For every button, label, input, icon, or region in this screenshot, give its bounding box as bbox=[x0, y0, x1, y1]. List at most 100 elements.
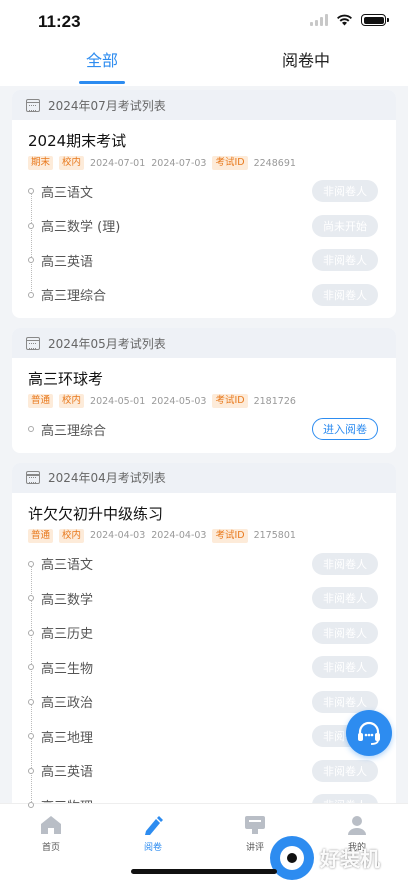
subject-name: 高三数学 bbox=[41, 592, 94, 608]
home-indicator bbox=[131, 869, 277, 874]
watermark-text: 好装机 bbox=[320, 847, 380, 871]
timeline-dot bbox=[28, 767, 34, 774]
subject-name: 高三数学 (理) bbox=[41, 220, 121, 236]
subject-list: 高三理综合 进入阅卷 bbox=[28, 412, 378, 447]
tabbar-home[interactable]: 首页 bbox=[0, 804, 102, 883]
status-pill: 非阅卷人 bbox=[312, 249, 378, 272]
watermark: 好装机 bbox=[270, 832, 408, 883]
timeline-dot bbox=[28, 595, 34, 602]
exam-card: 2024期末考试 期末 校内 2024-07-01 2024-07-03 考试I… bbox=[12, 120, 396, 318]
top-tabs: 全部 阅卷中 bbox=[0, 44, 408, 86]
exam-id-tag: 考试ID bbox=[212, 528, 248, 543]
subject-row: 高三生物 非阅卷人 bbox=[28, 650, 378, 685]
subject-row: 高三地理 非阅卷人 bbox=[28, 719, 378, 754]
timeline-dot bbox=[28, 188, 34, 195]
exam-scope-tag: 校内 bbox=[59, 394, 85, 408]
status-pill: 非阅卷人 bbox=[312, 621, 378, 644]
exam-type-tag: 期末 bbox=[28, 156, 54, 170]
subject-row: 高三历史 非阅卷人 bbox=[28, 616, 378, 651]
exam-type-tag: 普通 bbox=[28, 528, 54, 543]
timeline-dot bbox=[28, 664, 34, 671]
exam-section: 2024年05月考试列表 高三环球考 普通 校内 2024-05-01 2024… bbox=[12, 328, 396, 453]
section-title: 2024年04月考试列表 bbox=[48, 471, 166, 485]
exam-title: 高三环球考 bbox=[28, 370, 104, 388]
subject-name: 高三理综合 bbox=[41, 423, 107, 439]
exam-meta: 期末 校内 2024-07-01 2024-07-03 考试ID 2248691 bbox=[28, 156, 378, 170]
timeline-dot bbox=[28, 733, 34, 740]
exam-type-tag: 普通 bbox=[28, 394, 54, 408]
tab-grading[interactable]: 阅卷中 bbox=[204, 44, 408, 86]
enter-grading-button[interactable]: 进入阅卷 bbox=[312, 418, 378, 441]
subject-name: 高三语文 bbox=[41, 558, 94, 574]
subject-row: 高三英语 非阅卷人 bbox=[28, 754, 378, 789]
subject-row: 高三语文 非阅卷人 bbox=[28, 174, 378, 209]
exam-start-date: 2024-04-03 bbox=[90, 530, 146, 541]
exam-list: 2024年07月考试列表 2024期末考试 期末 校内 2024-07-01 2… bbox=[12, 90, 396, 839]
status-pill: 非阅卷人 bbox=[312, 552, 378, 575]
exam-meta: 普通 校内 2024-04-03 2024-04-03 考试ID 2175801 bbox=[28, 528, 378, 543]
exam-id-value: 2175801 bbox=[253, 530, 296, 541]
exam-id-tag: 考试ID bbox=[212, 394, 248, 408]
subject-name: 高三英语 bbox=[41, 254, 94, 270]
customer-service-button[interactable] bbox=[346, 710, 392, 756]
subject-row: 高三理综合 进入阅卷 bbox=[28, 412, 378, 447]
timeline-dot bbox=[28, 426, 34, 433]
exam-card: 许欠欠初升中级练习 普通 校内 2024-04-03 2024-04-03 考试… bbox=[12, 493, 396, 829]
status-pill: 尚未开始 bbox=[312, 214, 378, 237]
subject-list: 高三语文 非阅卷人 高三数学 非阅卷人 高三历史 非阅卷人 高三生物 非阅卷人 … bbox=[28, 547, 378, 823]
subject-name: 高三历史 bbox=[41, 627, 94, 643]
subject-row: 高三理综合 非阅卷人 bbox=[28, 278, 378, 313]
exam-start-date: 2024-07-01 bbox=[90, 157, 146, 169]
pen-icon bbox=[145, 816, 163, 835]
exam-scope-tag: 校内 bbox=[59, 156, 85, 170]
section-title: 2024年07月考试列表 bbox=[48, 98, 166, 113]
exam-start-date: 2024-05-01 bbox=[90, 395, 146, 407]
exam-end-date: 2024-07-03 bbox=[151, 157, 207, 169]
status-bar: 11:23 bbox=[0, 0, 408, 44]
battery-icon bbox=[361, 14, 389, 26]
headset-icon bbox=[358, 721, 380, 745]
subject-name: 高三政治 bbox=[41, 696, 94, 712]
exam-meta: 普通 校内 2024-05-01 2024-05-03 考试ID 2181726 bbox=[28, 394, 378, 408]
section-header: 2024年07月考试列表 bbox=[12, 90, 396, 120]
timeline-dot bbox=[28, 629, 34, 636]
subject-name: 高三理综合 bbox=[41, 289, 107, 305]
calendar-icon bbox=[26, 336, 40, 350]
timeline-dot bbox=[28, 222, 34, 229]
status-pill: 非阅卷人 bbox=[312, 587, 378, 610]
status-time: 11:23 bbox=[38, 12, 81, 31]
timeline-dot bbox=[28, 560, 34, 567]
subject-list: 高三语文 非阅卷人 高三数学 (理) 尚未开始 高三英语 非阅卷人 高三理综合 bbox=[28, 174, 378, 312]
tab-all[interactable]: 全部 bbox=[0, 44, 204, 86]
status-pill: 非阅卷人 bbox=[312, 283, 378, 306]
timeline-dot bbox=[28, 698, 34, 705]
timeline-dot bbox=[28, 291, 34, 298]
home-icon bbox=[41, 816, 61, 834]
exam-section: 2024年07月考试列表 2024期末考试 期末 校内 2024-07-01 2… bbox=[12, 90, 396, 318]
subject-row: 高三政治 非阅卷人 bbox=[28, 685, 378, 720]
exam-section: 2024年04月考试列表 许欠欠初升中级练习 普通 校内 2024-04-03 … bbox=[12, 462, 396, 829]
exam-scope-tag: 校内 bbox=[59, 528, 85, 543]
subject-row: 高三数学 (理) 尚未开始 bbox=[28, 209, 378, 244]
subject-name: 高三地理 bbox=[41, 730, 94, 746]
subject-row: 高三英语 非阅卷人 bbox=[28, 243, 378, 278]
exam-title: 2024期末考试 bbox=[28, 132, 127, 150]
exam-id-value: 2181726 bbox=[253, 395, 296, 407]
subject-row: 高三数学 非阅卷人 bbox=[28, 581, 378, 616]
status-pill: 非阅卷人 bbox=[312, 759, 378, 782]
exam-card: 高三环球考 普通 校内 2024-05-01 2024-05-03 考试ID 2… bbox=[12, 358, 396, 453]
subject-name: 高三英语 bbox=[41, 765, 94, 781]
status-pill: 非阅卷人 bbox=[312, 180, 378, 203]
exam-end-date: 2024-04-03 bbox=[151, 530, 207, 541]
exam-title: 许欠欠初升中级练习 bbox=[28, 504, 164, 523]
exam-end-date: 2024-05-03 bbox=[151, 395, 207, 407]
section-title: 2024年05月考试列表 bbox=[48, 336, 166, 351]
exam-id-value: 2248691 bbox=[253, 157, 296, 169]
section-header: 2024年05月考试列表 bbox=[12, 328, 396, 358]
subject-name: 高三生物 bbox=[41, 661, 94, 677]
tabbar-grading-label: 阅卷 bbox=[143, 843, 162, 853]
section-header: 2024年04月考试列表 bbox=[12, 462, 396, 493]
tabbar-home-label: 首页 bbox=[41, 843, 60, 853]
tabbar-review-label: 讲评 bbox=[245, 843, 264, 853]
subject-row: 高三语文 非阅卷人 bbox=[28, 547, 378, 582]
